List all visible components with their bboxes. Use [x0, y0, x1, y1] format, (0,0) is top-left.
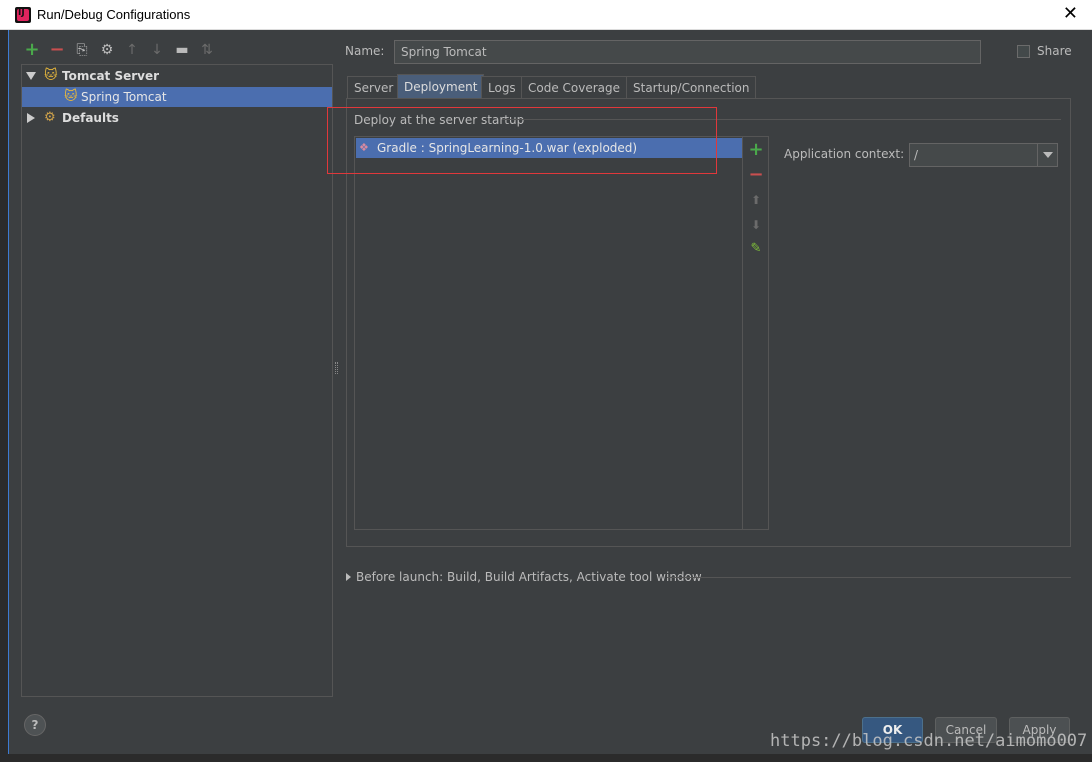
move-up-icon[interactable]: ⬆	[748, 192, 764, 208]
section-divider	[667, 577, 1071, 578]
remove-artifact-icon[interactable]: −	[748, 166, 764, 184]
tab-startup-connection[interactable]: Startup/Connection	[626, 76, 757, 98]
copy-icon[interactable]: ⎘	[74, 42, 90, 58]
configuration-tree[interactable]: 🐱 Tomcat Server 🐱 Spring Tomcat ⚙ Defaul…	[21, 64, 333, 697]
background-editor-edge	[0, 30, 8, 762]
expand-arrow-icon[interactable]	[346, 573, 351, 581]
name-input[interactable]	[394, 40, 981, 64]
tree-item-tomcat-server[interactable]: 🐱 Tomcat Server	[22, 66, 332, 86]
tree-item-label: Defaults	[62, 111, 119, 125]
application-context-combo[interactable]: /	[909, 143, 1058, 167]
panel-splitter[interactable]	[335, 362, 338, 374]
add-artifact-icon[interactable]: +	[748, 141, 764, 159]
highlight-annotation-box	[327, 107, 717, 174]
window-border	[8, 30, 9, 762]
before-launch-label[interactable]: Before launch: Build, Build Artifacts, A…	[356, 570, 702, 584]
tab-logs[interactable]: Logs	[481, 76, 523, 98]
artifact-list[interactable]: ❖ Gradle : SpringLearning-1.0.war (explo…	[354, 136, 743, 530]
application-context-value: /	[914, 148, 919, 162]
move-down-icon[interactable]: ⬇	[748, 217, 764, 233]
application-context-label: Application context:	[784, 147, 905, 161]
tab-server[interactable]: Server	[347, 76, 401, 98]
folder-icon[interactable]: ▬	[174, 42, 190, 58]
sort-icon[interactable]: ⇅	[199, 42, 215, 58]
tomcat-icon: 🐱	[64, 89, 78, 104]
intellij-icon	[15, 7, 31, 23]
share-label: Share	[1037, 44, 1072, 58]
close-icon[interactable]: ✕	[1063, 4, 1078, 24]
title-bar: Run/Debug Configurations ✕	[0, 0, 1092, 30]
defaults-wrench-icon: ⚙	[44, 110, 56, 125]
edit-artifact-icon[interactable]: ✎	[748, 241, 764, 257]
expand-arrow-icon[interactable]	[26, 72, 36, 80]
background-editor-edge	[0, 754, 1092, 762]
tree-item-label: Tomcat Server	[62, 69, 160, 83]
edit-defaults-icon[interactable]: ⚙	[99, 42, 115, 58]
tree-item-label: Spring Tomcat	[81, 90, 167, 104]
help-button[interactable]: ?	[24, 714, 46, 736]
remove-icon[interactable]: −	[49, 41, 65, 59]
tab-code-coverage[interactable]: Code Coverage	[521, 76, 628, 98]
artifact-toolbar: + − ⬆ ⬇ ✎	[743, 136, 769, 530]
window-title: Run/Debug Configurations	[37, 7, 191, 22]
collapse-arrow-icon[interactable]	[27, 113, 35, 123]
watermark: https://blog.csdn.net/aimomo007	[770, 731, 1088, 751]
tree-item-defaults[interactable]: ⚙ Defaults	[22, 108, 332, 128]
chevron-down-icon[interactable]	[1037, 144, 1057, 166]
tree-item-spring-tomcat[interactable]: 🐱 Spring Tomcat	[22, 87, 332, 107]
move-up-icon[interactable]: ↑	[124, 42, 140, 58]
add-icon[interactable]: +	[24, 41, 40, 59]
share-checkbox[interactable]	[1017, 45, 1030, 58]
move-down-icon[interactable]: ↓	[149, 42, 165, 58]
name-label: Name:	[345, 44, 385, 58]
tab-deployment[interactable]: Deployment	[397, 74, 485, 98]
run-debug-dialog: Run/Debug Configurations ✕ + − ⎘ ⚙ ↑ ↓ ▬…	[0, 0, 1092, 762]
tomcat-icon: 🐱	[44, 68, 58, 83]
